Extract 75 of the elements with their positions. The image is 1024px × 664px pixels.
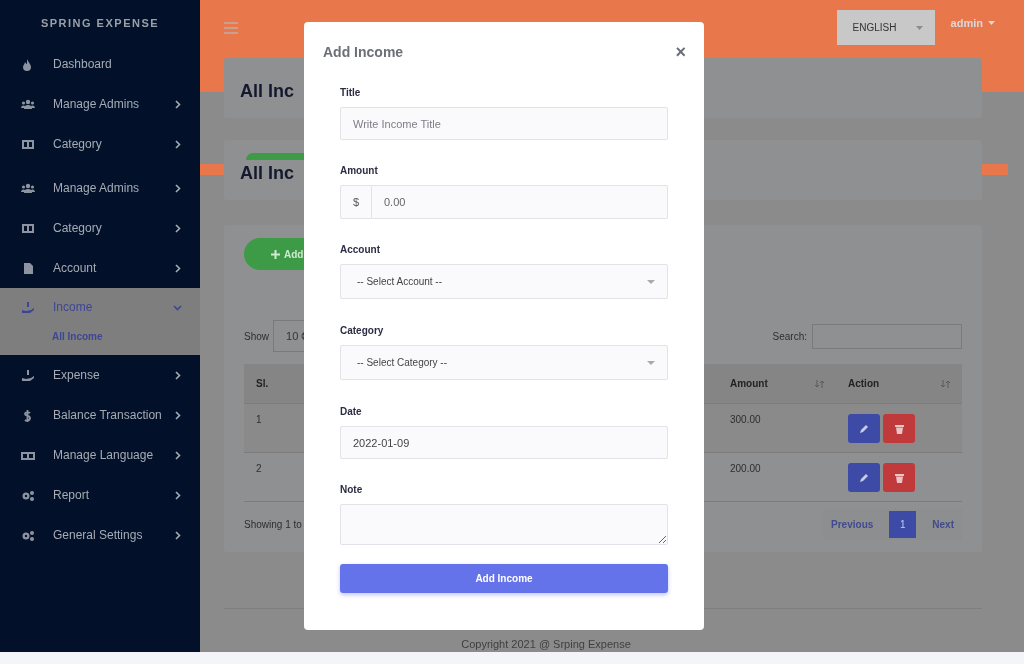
chevron-right-icon	[173, 263, 182, 273]
columns-icon	[21, 137, 35, 151]
close-button[interactable]: ×	[675, 43, 686, 61]
show-label: Show	[244, 330, 269, 342]
field-label: Category	[340, 325, 385, 336]
sidebar-item[interactable]: Manage Admins	[0, 168, 200, 208]
sidebar-item[interactable]: Account	[0, 248, 200, 288]
field-label: Title	[340, 87, 362, 98]
trash-icon	[894, 472, 904, 483]
chevron-right-icon	[173, 450, 182, 460]
select-field[interactable]: -- Select Category --	[340, 345, 668, 380]
chevron-right-icon	[173, 223, 182, 233]
edit-button[interactable]	[848, 414, 880, 443]
hand-coin-icon	[21, 368, 35, 382]
chevron-down-icon	[173, 302, 182, 312]
input-field[interactable]: 2022-01-09	[340, 426, 668, 459]
field-label: Account	[340, 244, 381, 255]
sidebar-item[interactable]: Category	[0, 208, 200, 248]
hand-coin-icon	[21, 300, 35, 314]
menu-icon	[224, 22, 238, 34]
page-button[interactable]: 1	[889, 510, 917, 538]
chevron-right-icon	[173, 490, 182, 500]
field-label: Amount	[340, 165, 379, 176]
gears-icon	[21, 528, 35, 542]
sidebar-item[interactable]: Expense	[0, 355, 200, 395]
table-cell: 300.00	[730, 414, 761, 425]
search-label: Search:	[772, 330, 807, 342]
copyright-text: Copyright 2021 @ Srping Expense	[461, 638, 631, 650]
pencil-icon	[859, 423, 869, 434]
sidebar-item[interactable]: Dashboard	[0, 44, 200, 84]
select-field[interactable]: -- Select Account --	[340, 264, 668, 299]
caret-icon	[915, 25, 923, 30]
gears-icon	[21, 488, 35, 502]
chevron-right-icon	[173, 370, 182, 380]
input-field[interactable]: Write Income Title	[340, 107, 668, 140]
caret-icon	[988, 21, 995, 25]
sidebar-item[interactable]: Report	[0, 475, 200, 515]
chevron-right-icon	[173, 410, 182, 420]
chevron-right-icon	[173, 530, 182, 540]
columns-icon	[21, 221, 35, 235]
sidebar-item[interactable]: Category	[0, 124, 200, 164]
delete-button[interactable]	[883, 414, 915, 443]
table-info: Showing 1 to	[244, 518, 302, 530]
delete-button[interactable]	[883, 463, 915, 492]
edit-button[interactable]	[848, 463, 880, 492]
language-select[interactable]: ENGLISH	[836, 10, 935, 45]
sidebar-item[interactable]: General Settings	[0, 515, 200, 555]
field-label: Note	[340, 484, 364, 495]
sidebar-item[interactable]: Balance Transaction	[0, 395, 200, 435]
table-cell: 2	[256, 463, 262, 474]
page-title: All Inc	[240, 80, 294, 102]
sidebar-item[interactable]: Manage Language	[0, 435, 200, 475]
table-cell: 200.00	[730, 463, 761, 474]
page-title: All Inc	[240, 162, 294, 184]
column-header[interactable]: Action	[836, 364, 962, 403]
users-icon	[21, 97, 35, 111]
column-header[interactable]: Amount	[718, 364, 836, 403]
field-label: Date	[340, 406, 363, 417]
document-icon	[21, 261, 35, 275]
modal-title: Add Income	[323, 44, 404, 60]
note-field[interactable]	[340, 504, 668, 545]
brand-logo: SPRING EXPENSE	[39, 16, 161, 31]
table-cell: 1	[256, 414, 262, 425]
users-icon	[21, 181, 35, 195]
chevron-right-icon	[173, 183, 182, 193]
plus-icon	[271, 249, 280, 259]
chevron-right-icon	[173, 139, 182, 149]
trash-icon	[894, 423, 904, 434]
pencil-icon	[859, 472, 869, 483]
submit-button[interactable]: Add Income	[340, 564, 668, 593]
input-field[interactable]: 0.00	[372, 185, 668, 219]
sidebar-item[interactable]: Manage Admins	[0, 84, 200, 124]
chevron-right-icon	[173, 99, 182, 109]
currency-prefix: $	[340, 185, 372, 219]
caret-icon	[647, 279, 655, 284]
